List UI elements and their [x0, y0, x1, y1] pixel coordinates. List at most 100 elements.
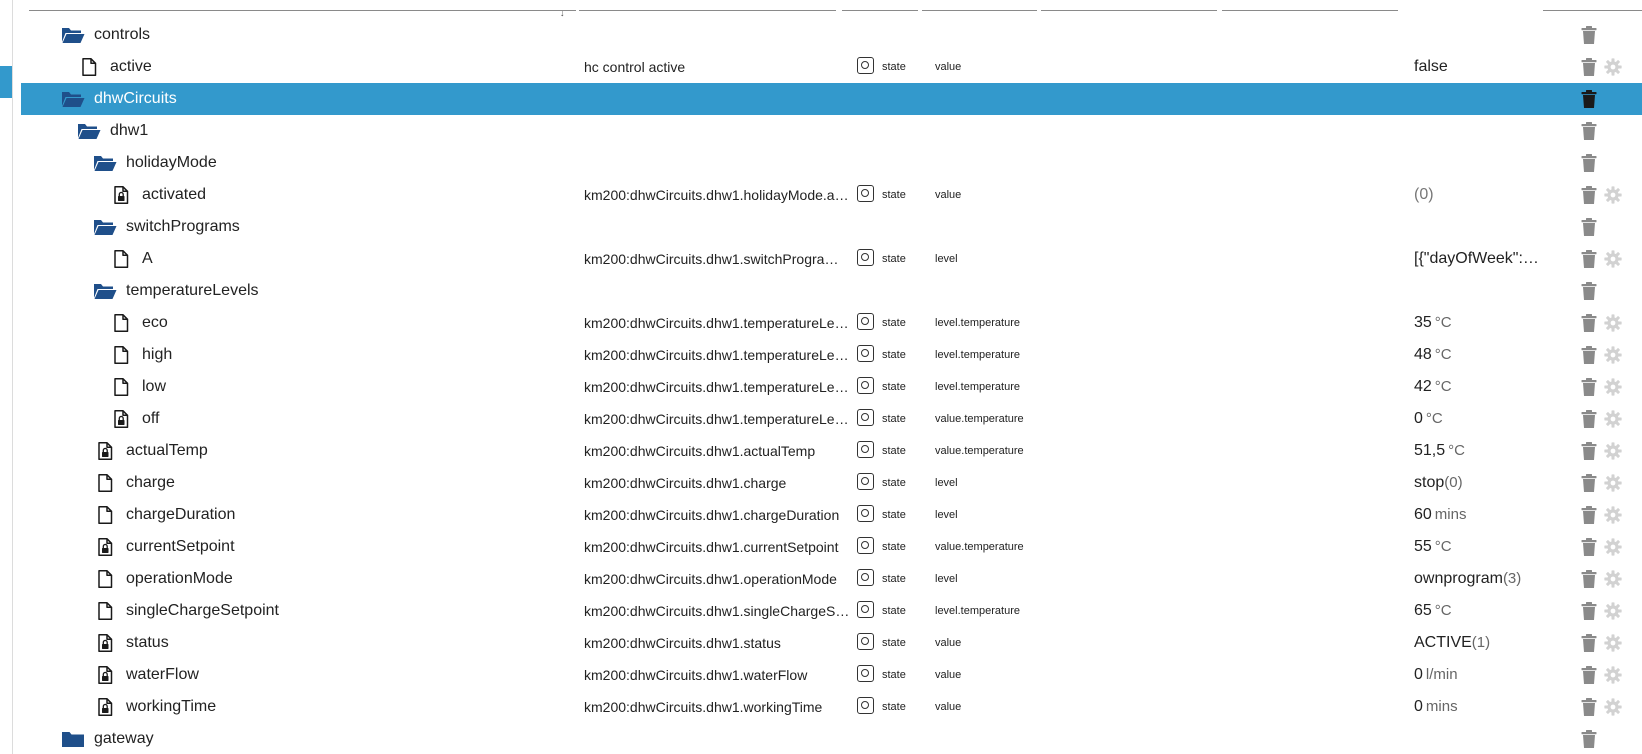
trash-icon[interactable]: [1580, 281, 1598, 301]
gear-icon[interactable]: [1604, 602, 1622, 620]
folder-open-icon[interactable]: [61, 90, 85, 108]
object-value[interactable]: ACTIVE(1): [1414, 627, 1544, 659]
gear-icon[interactable]: [1604, 186, 1622, 204]
trash-icon[interactable]: [1580, 633, 1598, 653]
sort-indicator-icon[interactable]: ↓: [560, 9, 565, 18]
value-unit: °C: [1434, 378, 1452, 395]
folder-open-icon[interactable]: [93, 218, 117, 236]
filter-id-input[interactable]: [29, 0, 576, 11]
object-name: active: [110, 58, 152, 75]
trash-icon[interactable]: [1580, 217, 1598, 237]
tree-folder-row[interactable]: switchPrograms: [0, 211, 1642, 243]
filter-function-input[interactable]: [1222, 0, 1398, 11]
gear-icon[interactable]: [1604, 634, 1622, 652]
state-type-icon: [857, 601, 874, 618]
trash-icon[interactable]: [1580, 249, 1598, 269]
trash-icon[interactable]: [1580, 505, 1598, 525]
object-name: operationMode: [126, 570, 233, 587]
tree-state-row[interactable]: activated km200:dhwCircuits.dhw1.holidayM…: [0, 179, 1642, 211]
object-value[interactable]: 65 °C: [1414, 595, 1544, 627]
gear-icon[interactable]: [1604, 666, 1622, 684]
gear-icon[interactable]: [1604, 442, 1622, 460]
folder-icon[interactable]: [61, 730, 85, 748]
trash-icon[interactable]: [1580, 601, 1598, 621]
gear-icon[interactable]: [1604, 506, 1622, 524]
trash-icon[interactable]: [1580, 153, 1598, 173]
object-value[interactable]: 48 °C: [1414, 339, 1544, 371]
gear-icon[interactable]: [1604, 58, 1622, 76]
object-value[interactable]: 35 °C: [1414, 307, 1544, 339]
gear-icon[interactable]: [1604, 346, 1622, 364]
filter-name-input[interactable]: [579, 0, 836, 11]
gear-icon[interactable]: [1604, 410, 1622, 428]
tree-folder-row[interactable]: controls: [0, 19, 1642, 51]
trash-icon[interactable]: [1580, 697, 1598, 717]
tree-state-row[interactable]: operationMode km200:dhwCircuits.dhw1.oper…: [0, 563, 1642, 595]
object-value[interactable]: (0): [1414, 179, 1544, 211]
tree-folder-row[interactable]: gateway: [0, 723, 1642, 754]
tree-state-row[interactable]: workingTime km200:dhwCircuits.dhw1.workin…: [0, 691, 1642, 723]
object-value[interactable]: false: [1414, 51, 1544, 83]
object-value[interactable]: [{"dayOfWeek":"Mo"}]: [1414, 243, 1544, 275]
object-value[interactable]: 60 mins: [1414, 499, 1544, 531]
object-value[interactable]: 55 °C: [1414, 531, 1544, 563]
gear-icon[interactable]: [1604, 698, 1622, 716]
tree-folder-row[interactable]: dhw1: [0, 115, 1642, 147]
gear-icon[interactable]: [1604, 250, 1622, 268]
tree-state-row[interactable]: charge km200:dhwCircuits.dhw1.charge state…: [0, 467, 1642, 499]
filter-value-input[interactable]: [1543, 0, 1642, 11]
object-description: km200:dhwCircuits.dhw1.currentSetpoint: [584, 539, 839, 555]
trash-icon[interactable]: [1580, 185, 1598, 205]
state-type-icon: [857, 633, 874, 650]
tree-state-row[interactable]: low km200:dhwCircuits.dhw1.temperatureLev…: [0, 371, 1642, 403]
trash-icon[interactable]: [1580, 665, 1598, 685]
gear-icon[interactable]: [1604, 474, 1622, 492]
object-value[interactable]: 0 °C: [1414, 403, 1544, 435]
object-value[interactable]: ownprogram(3): [1414, 563, 1544, 595]
trash-icon[interactable]: [1580, 89, 1598, 109]
tree-state-row[interactable]: waterFlow km200:dhwCircuits.dhw1.waterFlo…: [0, 659, 1642, 691]
gear-icon[interactable]: [1604, 570, 1622, 588]
trash-icon[interactable]: [1580, 537, 1598, 557]
tree-folder-row[interactable]: temperatureLevels: [0, 275, 1642, 307]
tree-folder-row[interactable]: holidayMode: [0, 147, 1642, 179]
gear-icon[interactable]: [1604, 314, 1622, 332]
tree-state-row[interactable]: active hc control active state value false: [0, 51, 1642, 83]
folder-open-icon[interactable]: [61, 26, 85, 44]
trash-icon[interactable]: [1580, 441, 1598, 461]
tree-state-row[interactable]: high km200:dhwCircuits.dhw1.temperatureLe…: [0, 339, 1642, 371]
trash-icon[interactable]: [1580, 57, 1598, 77]
filter-role-input[interactable]: [922, 0, 1037, 11]
trash-icon[interactable]: [1580, 473, 1598, 493]
gear-icon[interactable]: [1604, 378, 1622, 396]
object-value[interactable]: 0 mins: [1414, 691, 1544, 723]
folder-open-icon[interactable]: [77, 122, 101, 140]
trash-icon[interactable]: [1580, 25, 1598, 45]
object-value[interactable]: 42 °C: [1414, 371, 1544, 403]
trash-icon[interactable]: [1580, 121, 1598, 141]
object-value[interactable]: stop(0): [1414, 467, 1544, 499]
trash-icon[interactable]: [1580, 377, 1598, 397]
tree-state-row[interactable]: actualTemp km200:dhwCircuits.dhw1.actualT…: [0, 435, 1642, 467]
trash-icon[interactable]: [1580, 569, 1598, 589]
folder-open-icon[interactable]: [93, 282, 117, 300]
tree-folder-row[interactable]: dhwCircuits: [0, 83, 1642, 115]
object-role: level: [935, 477, 958, 489]
trash-icon[interactable]: [1580, 313, 1598, 333]
object-value[interactable]: 0 l/min: [1414, 659, 1544, 691]
trash-icon[interactable]: [1580, 409, 1598, 429]
tree-state-row[interactable]: status km200:dhwCircuits.dhw1.status state…: [0, 627, 1642, 659]
object-value[interactable]: 51,5 °C: [1414, 435, 1544, 467]
trash-icon[interactable]: [1580, 729, 1598, 749]
tree-state-row[interactable]: Akm200:dhwCircuits.dhw1.switchPrograms.A…: [0, 243, 1642, 275]
tree-state-row[interactable]: eco km200:dhwCircuits.dhw1.temperatureLev…: [0, 307, 1642, 339]
tree-state-row[interactable]: currentSetpoint km200:dhwCircuits.dhw1.cu…: [0, 531, 1642, 563]
tree-state-row[interactable]: off km200:dhwCircuits.dhw1.temperatureLev…: [0, 403, 1642, 435]
trash-icon[interactable]: [1580, 345, 1598, 365]
filter-room-input[interactable]: [1041, 0, 1217, 11]
filter-type-input[interactable]: [842, 0, 918, 11]
tree-state-row[interactable]: chargeDuration km200:dhwCircuits.dhw1.cha…: [0, 499, 1642, 531]
folder-open-icon[interactable]: [93, 154, 117, 172]
tree-state-row[interactable]: singleChargeSetpoint km200:dhwCircuits.dh…: [0, 595, 1642, 627]
gear-icon[interactable]: [1604, 538, 1622, 556]
